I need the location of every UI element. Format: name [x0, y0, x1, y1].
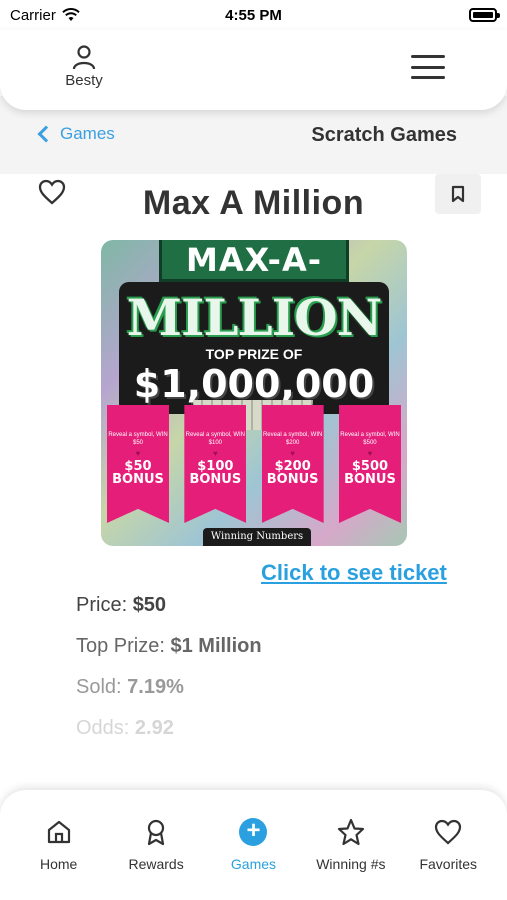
detail-odds: Odds: 2.92	[76, 715, 456, 756]
tab-label: Rewards	[128, 856, 184, 872]
ticket-bonuses: Reveal a symbol, WIN $50 ♥ $50 BONUS Reve…	[107, 405, 401, 525]
ticket-footer-text: Winning Numbers	[203, 528, 311, 546]
tab-rewards[interactable]: Rewards	[111, 790, 201, 900]
menu-line	[411, 65, 445, 69]
hamburger-menu-button[interactable]	[411, 55, 445, 79]
star-icon	[337, 818, 365, 846]
bonus-caption: Reveal a symbol, WIN $50	[108, 432, 168, 446]
chevron-left-icon	[37, 125, 55, 143]
tab-winning-numbers[interactable]: Winning #s	[306, 790, 396, 900]
game-title: Max A Million	[142, 184, 365, 222]
detail-value: 2.92	[134, 717, 174, 739]
game-detail: Max A Million MAX-A- MILLION TOP PRIZE O…	[0, 174, 507, 790]
detail-price: Price: $50	[76, 592, 456, 633]
heart-symbol-icon: ♥	[367, 449, 373, 458]
tab-label: Home	[40, 856, 78, 872]
detail-value: $1 Million	[170, 635, 262, 657]
tab-label: Favorites	[419, 856, 478, 872]
bonus-amount: $50 BONUS	[112, 459, 164, 487]
bottom-tab-bar: Home Rewards + Games Winning #s Favorite…	[0, 790, 507, 900]
tab-label: Games	[230, 856, 277, 872]
top-header: Besty	[0, 30, 507, 110]
detail-label: Price:	[76, 594, 133, 616]
ticket-image[interactable]: MAX-A- MILLION TOP PRIZE OF $1,000,000 R…	[101, 240, 407, 546]
bonus-ribbon: Reveal a symbol, WIN $50 ♥ $50 BONUS	[107, 405, 169, 523]
bonus-amount: $500 BONUS	[344, 459, 396, 487]
tab-favorites[interactable]: Favorites	[403, 790, 493, 900]
bonus-ribbon: Reveal a symbol, WIN $500 ♥ $500 BONUS	[338, 405, 401, 523]
plus-circle-icon: +	[239, 818, 268, 846]
back-link-label: Games	[60, 124, 115, 143]
bonus-caption: Reveal a symbol, WIN $200	[262, 432, 323, 446]
bonus-caption: Reveal a symbol, WIN $100	[185, 432, 245, 446]
tab-home[interactable]: Home	[14, 790, 104, 900]
menu-line	[411, 76, 445, 79]
status-left: Carrier	[10, 7, 80, 24]
detail-value: 7.19%	[127, 676, 184, 698]
detail-value: $50	[132, 594, 167, 616]
ticket-top-prize-caption: TOP PRIZE OF	[205, 346, 303, 362]
bonus-amount: $100 BONUS	[189, 459, 242, 487]
carrier-label: Carrier	[10, 6, 56, 24]
profile-button[interactable]: Besty	[62, 44, 106, 89]
ticket-banner-text: MAX-A-	[159, 240, 349, 282]
status-bar: Carrier 4:55 PM	[0, 0, 507, 30]
see-ticket-link[interactable]: Click to see ticket	[261, 560, 447, 586]
detail-label: Top Prize:	[76, 635, 171, 657]
wifi-icon	[62, 8, 80, 21]
ticket-name-text: MILLION	[126, 288, 383, 347]
detail-sold: Sold: 7.19%	[76, 674, 456, 715]
bonus-amount: $200 BONUS	[266, 459, 319, 487]
bonus-caption: Reveal a symbol, WIN $500	[340, 432, 400, 446]
page-title: Scratch Games	[311, 124, 457, 146]
heart-symbol-icon: ♥	[135, 449, 141, 458]
bonus-ribbon: Reveal a symbol, WIN $100 ♥ $100 BONUS	[184, 405, 247, 523]
detail-label: Odds:	[76, 717, 135, 739]
back-games-link[interactable]: Games	[36, 124, 115, 144]
home-icon	[45, 818, 73, 846]
bonus-ribbon: Reveal a symbol, WIN $200 ♥ $200 BONUS	[261, 405, 324, 523]
detail-label: Sold:	[76, 676, 128, 698]
menu-line	[411, 55, 445, 58]
game-details: Price: $50 Top Prize: $1 Million Sold: 7…	[76, 592, 456, 756]
heart-symbol-icon: ♥	[212, 449, 218, 458]
profile-name: Besty	[65, 72, 103, 89]
heart-icon	[434, 818, 462, 846]
tab-games[interactable]: + Games	[208, 790, 298, 900]
tab-label: Winning #s	[316, 856, 386, 872]
rewards-medal-icon	[142, 818, 170, 846]
user-icon	[72, 45, 96, 70]
battery-icon	[469, 8, 500, 22]
detail-top-prize: Top Prize: $1 Million	[76, 633, 456, 674]
heart-symbol-icon: ♥	[290, 449, 296, 458]
